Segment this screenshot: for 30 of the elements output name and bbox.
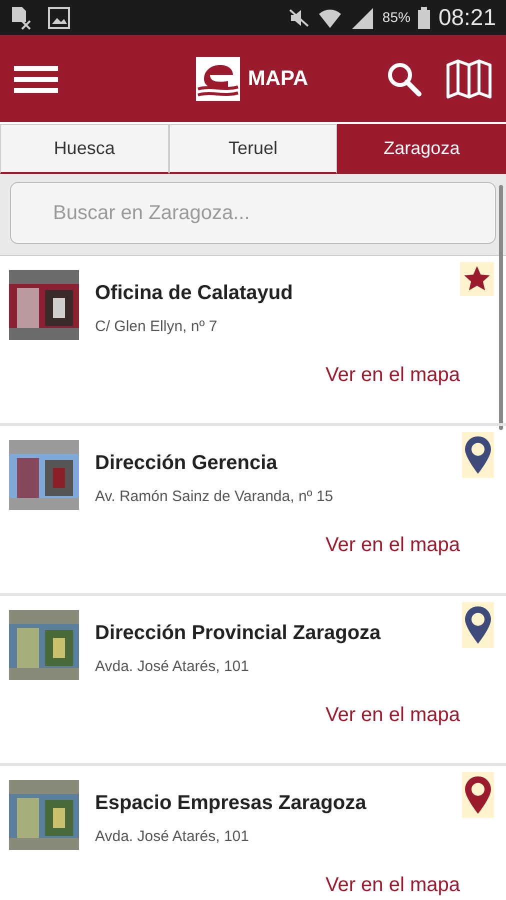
map-link[interactable]: Ver en el mapa [325, 700, 460, 730]
app-title: MAPA [248, 66, 308, 92]
logo-icon [196, 56, 240, 100]
place-address: Avda. José Atarés, 101 [95, 657, 250, 677]
tab[interactable]: Zaragoza [337, 124, 506, 174]
map-link[interactable]: Ver en el mapa [325, 870, 460, 900]
map-link[interactable]: Ver en el mapa [325, 360, 460, 390]
place-name: Dirección Provincial Zaragoza [95, 621, 381, 646]
search-field[interactable]: Buscar en Zaragoza... [10, 182, 496, 244]
place-address: C/ Glen Ellyn, nº 7 [95, 317, 218, 337]
map-pin-icon[interactable] [462, 432, 494, 478]
place-name: Dirección Gerencia [95, 451, 278, 476]
tab[interactable]: Teruel [168, 124, 338, 174]
signal-icon [350, 6, 374, 30]
tab[interactable]: Huesca [0, 124, 169, 174]
mute-icon [288, 8, 310, 28]
place-address: Avda. José Atarés, 101 [95, 827, 250, 847]
map-link[interactable]: Ver en el mapa [325, 530, 460, 560]
image-icon [48, 6, 70, 28]
search-button[interactable] [386, 60, 422, 96]
place-address: Av. Ramón Sainz de Varanda, nº 15 [95, 487, 334, 507]
sim-card-icon [10, 6, 32, 30]
clock-time: 08:21 [438, 3, 496, 32]
map-button[interactable] [446, 58, 492, 98]
map-pin-icon[interactable] [462, 772, 494, 818]
battery-percent: 85% [382, 8, 410, 27]
battery-icon [418, 6, 430, 28]
map-pin-icon[interactable] [462, 602, 494, 648]
place-name: Oficina de Calatayud [95, 281, 293, 306]
place-name: Espacio Empresas Zaragoza [95, 791, 366, 816]
